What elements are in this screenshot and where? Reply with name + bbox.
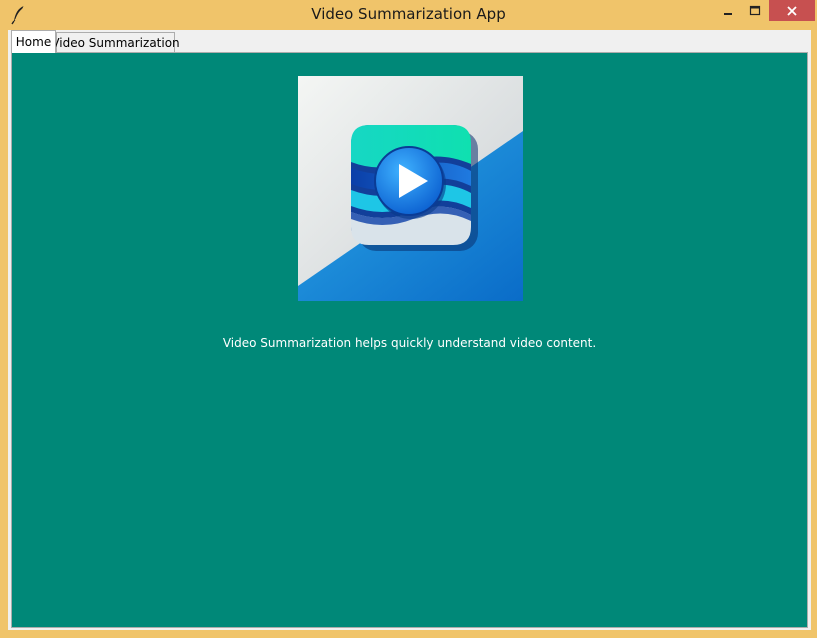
app-window: Video Summarization App Home Video Summa… [0, 0, 817, 638]
maximize-icon [749, 5, 761, 15]
minimize-button[interactable] [715, 0, 741, 21]
client-area: Home Video Summarization Video Summariza… [8, 30, 811, 630]
tab-home-label: Home [15, 35, 52, 49]
close-icon [787, 5, 797, 16]
tab-home[interactable]: Home [11, 30, 56, 53]
close-button[interactable] [769, 0, 815, 21]
window-title: Video Summarization App [311, 5, 506, 23]
window-frame-left [0, 30, 8, 638]
home-panel: Video Summarization helps quickly unders… [11, 52, 808, 628]
minimize-icon [724, 12, 732, 15]
title-bar[interactable]: Video Summarization App [0, 0, 817, 30]
tab-video-summarization[interactable]: Video Summarization [51, 32, 180, 52]
tab-video-summarization-label: Video Summarization [51, 35, 180, 50]
app-logo-image [298, 76, 523, 301]
maximize-button[interactable] [741, 0, 769, 21]
video-play-logo [298, 76, 523, 301]
tab-strip: Home Video Summarization [8, 30, 811, 53]
home-description: Video Summarization helps quickly unders… [222, 336, 597, 350]
